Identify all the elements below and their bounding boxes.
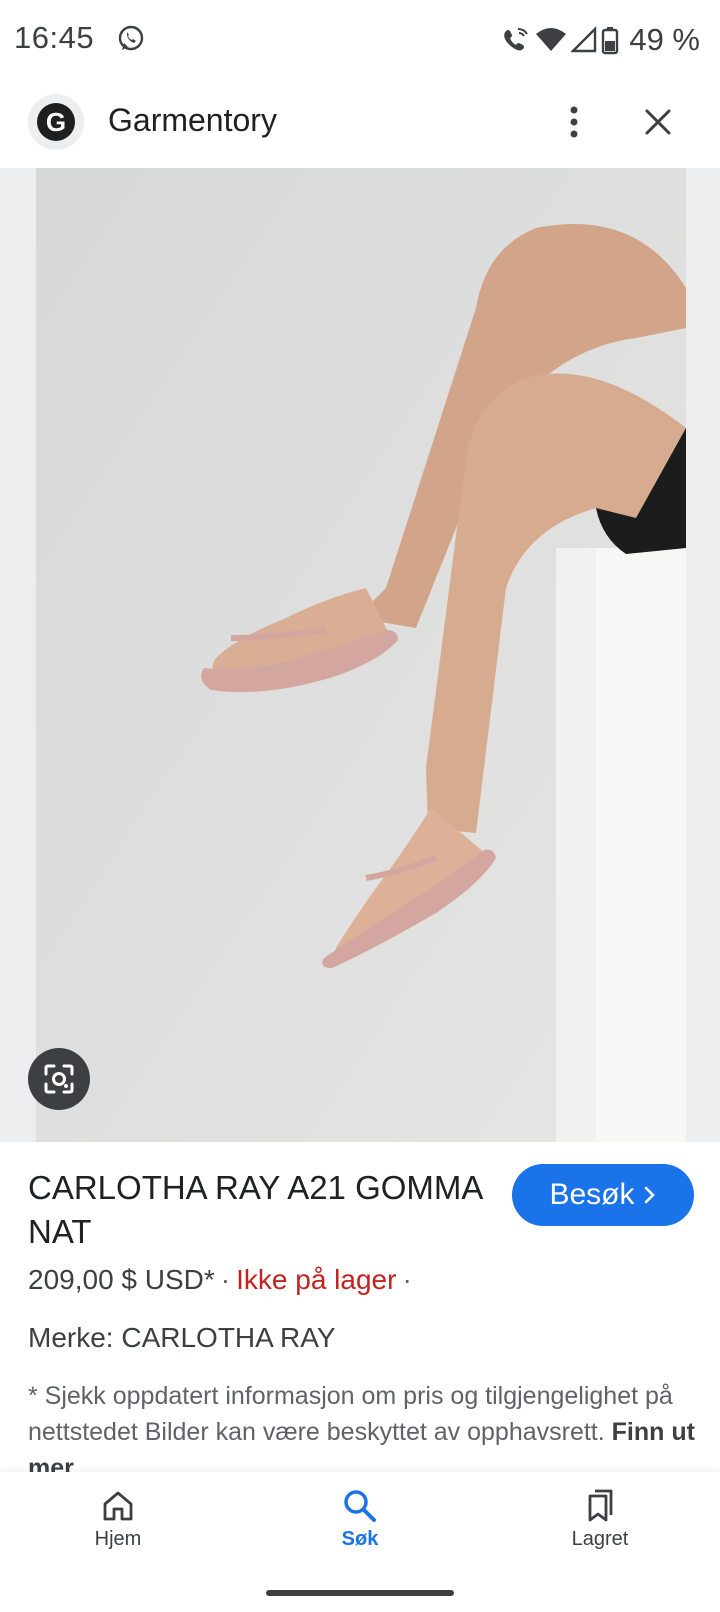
whatsapp-icon xyxy=(118,25,144,51)
disclaimer: * Sjekk oppdatert informasjon om pris og… xyxy=(28,1378,700,1472)
signal-icon xyxy=(571,26,597,53)
visit-button-label: Besøk xyxy=(549,1178,635,1211)
price: 209,00 $ USD* xyxy=(28,1264,215,1295)
stock-status: Ikke på lager xyxy=(236,1264,397,1295)
product-image[interactable] xyxy=(36,168,686,1142)
nav-item-search[interactable]: Søk xyxy=(290,1488,430,1551)
nav-label-home: Hjem xyxy=(94,1528,142,1550)
battery-text: 49 % xyxy=(629,22,700,57)
close-icon[interactable] xyxy=(638,102,678,142)
lens-icon xyxy=(44,1064,74,1094)
separator-dot: · xyxy=(402,1264,412,1295)
wifi-icon xyxy=(536,28,567,51)
site-name: Garmentory xyxy=(108,102,277,138)
nav-item-home[interactable]: Hjem xyxy=(48,1488,188,1551)
saved-icon xyxy=(588,1489,613,1522)
status-icons: 49 % xyxy=(501,20,700,60)
chevron-right-icon xyxy=(644,1186,655,1204)
more-options-icon[interactable] xyxy=(556,102,592,142)
site-logo: G xyxy=(28,94,84,150)
nav-label-search: Søk xyxy=(341,1528,379,1550)
image-viewer xyxy=(0,168,720,1142)
nav-label-saved: Lagret xyxy=(571,1528,629,1550)
product-photo-illustration xyxy=(36,168,686,1142)
status-time: 16:45 xyxy=(14,20,95,55)
battery-icon xyxy=(602,27,619,55)
site-logo-letter: G xyxy=(37,103,75,141)
site-header: G Garmentory xyxy=(0,84,720,168)
home-icon xyxy=(103,1491,133,1521)
gesture-bar[interactable] xyxy=(266,1590,454,1596)
product-title: CARLOTHA RAY A21 GOMMA NAT xyxy=(28,1169,482,1250)
visit-button[interactable]: Besøk xyxy=(512,1164,694,1226)
status-bar: 16:45 49 % xyxy=(0,0,720,80)
search-icon xyxy=(344,1490,376,1522)
separator-dot: · xyxy=(220,1264,231,1295)
disclaimer-text: * Sjekk oppdatert informasjon om pris og… xyxy=(28,1382,673,1446)
wifi-call-icon xyxy=(504,28,529,51)
nav-item-saved[interactable]: Lagret xyxy=(530,1488,670,1551)
price-row: 209,00 $ USD* · Ikke på lager · xyxy=(28,1264,418,1296)
brand: Merke: CARLOTHA RAY xyxy=(28,1322,336,1353)
google-lens-button[interactable] xyxy=(28,1048,90,1110)
